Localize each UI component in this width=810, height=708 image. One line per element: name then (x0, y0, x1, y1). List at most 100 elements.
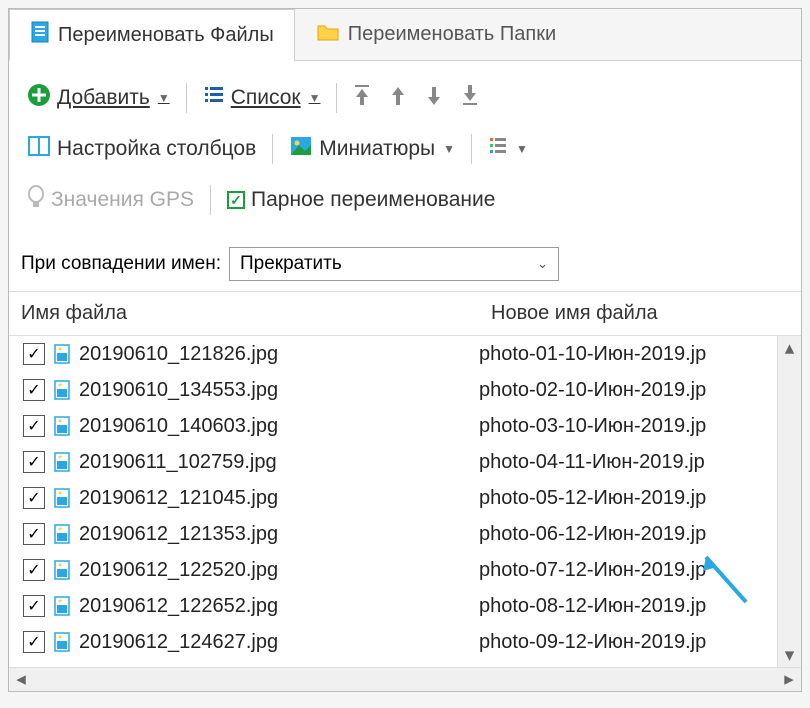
row-checkbox[interactable]: ✓ (23, 631, 45, 653)
checkbox-checked-icon: ✓ (227, 191, 245, 209)
table-row[interactable]: ✓ 20190610_121826.jpgphoto-01-10-Июн-2019… (9, 336, 801, 372)
separator (210, 185, 211, 215)
arrow-up-icon (389, 83, 407, 113)
add-button[interactable]: Добавить ▼ (21, 79, 176, 117)
row-checkbox[interactable]: ✓ (23, 343, 45, 365)
table-row[interactable]: ✓ 20190612_124627.jpgphoto-09-12-Июн-2019… (9, 624, 801, 660)
scroll-track[interactable] (778, 360, 801, 643)
separator (336, 83, 337, 113)
filename-cell: 20190610_121826.jpg (79, 343, 479, 366)
thumbnails-label: Миниатюры (319, 137, 435, 161)
filename-cell: 20190612_124627.jpg (79, 631, 479, 654)
toolbar: Добавить ▼ Список ▼ (9, 61, 801, 237)
table-row[interactable]: ✓ 20190610_140603.jpgphoto-03-10-Июн-2019… (9, 408, 801, 444)
row-checkbox[interactable]: ✓ (23, 523, 45, 545)
list-body: ✓ 20190610_121826.jpgphoto-01-10-Июн-2019… (9, 336, 801, 667)
separator (186, 83, 187, 113)
move-down-button[interactable] (419, 79, 449, 117)
chevron-down-icon: ▼ (158, 91, 170, 105)
image-file-icon (53, 343, 71, 365)
columns-label: Настройка столбцов (57, 137, 256, 161)
scroll-up-icon[interactable]: ▴ (778, 336, 801, 360)
image-file-icon (53, 415, 71, 437)
move-up-button[interactable] (383, 79, 413, 117)
row-checkbox[interactable]: ✓ (23, 487, 45, 509)
paired-label: Парное переименование (251, 188, 495, 212)
image-file-icon (53, 631, 71, 653)
chevron-down-icon: ▼ (309, 91, 321, 105)
add-label: Добавить (57, 86, 150, 110)
table-row[interactable]: ✓ 20190611_102759.jpgphoto-04-11-Июн-2019… (9, 444, 801, 480)
list-label: Список (231, 86, 301, 110)
sort-options-button[interactable]: ▼ (482, 131, 534, 167)
row-checkbox[interactable]: ✓ (23, 379, 45, 401)
newname-cell: photo-08-12-Июн-2019.jp (479, 595, 706, 618)
arrow-down-icon (425, 83, 443, 113)
row-checkbox[interactable]: ✓ (23, 559, 45, 581)
gps-label: Значения GPS (51, 188, 194, 212)
file-list: Имя файла Новое имя файла ✓ 20190610_1218… (9, 291, 801, 691)
list-icon (203, 84, 225, 112)
table-row[interactable]: ✓20190612_121353.jpgphoto-06-12-Июн-2019… (9, 516, 801, 552)
bulb-icon (27, 185, 45, 215)
row-checkbox[interactable]: ✓ (23, 415, 45, 437)
filename-cell: 20190612_121045.jpg (79, 487, 479, 510)
thumbnails-button[interactable]: Миниатюры ▼ (283, 131, 461, 167)
table-row[interactable]: ✓ 20190612_121045.jpgphoto-05-12-Июн-2019… (9, 480, 801, 516)
table-row[interactable]: ✓20190610_134553.jpgphoto-02-10-Июн-2019… (9, 372, 801, 408)
scroll-right-icon[interactable]: ▸ (777, 668, 801, 691)
vertical-scrollbar[interactable]: ▴ ▾ (777, 336, 801, 667)
main-window: Переименовать Файлы Переименовать Папки … (8, 8, 802, 692)
tab-files-label: Переименовать Файлы (58, 24, 274, 47)
paired-rename-toggle[interactable]: ✓ Парное переименование (221, 184, 501, 216)
collision-combo[interactable]: Прекратить ⌄ (229, 247, 559, 281)
list-button[interactable]: Список ▼ (197, 80, 327, 116)
row-checkbox[interactable]: ✓ (23, 451, 45, 473)
chevron-down-icon: ⌄ (537, 256, 548, 272)
filename-cell: 20190612_122652.jpg (79, 595, 479, 618)
newname-cell: photo-05-12-Июн-2019.jp (479, 487, 706, 510)
newname-cell: photo-04-11-Июн-2019.jp (479, 451, 705, 474)
image-file-icon (53, 523, 71, 545)
filename-cell: 20190610_134553.jpg (79, 379, 479, 402)
filename-cell: 20190610_140603.jpg (79, 415, 479, 438)
newname-cell: photo-07-12-Июн-2019.jp (479, 559, 706, 582)
table-row[interactable]: ✓20190612_122520.jpgphoto-07-12-Июн-2019… (9, 552, 801, 588)
image-file-icon (53, 379, 71, 401)
scroll-down-icon[interactable]: ▾ (778, 643, 801, 667)
header-newname[interactable]: Новое имя файла (479, 292, 801, 335)
arrow-top-icon (353, 83, 371, 113)
image-file-icon (53, 559, 71, 581)
header-filename[interactable]: Имя файла (9, 292, 479, 335)
chevron-down-icon: ▼ (443, 142, 455, 156)
tab-folders-label: Переименовать Папки (348, 23, 556, 46)
scroll-track[interactable] (33, 668, 777, 691)
file-icon (30, 20, 50, 50)
row-checkbox[interactable]: ✓ (23, 595, 45, 617)
horizontal-scrollbar[interactable]: ◂ ▸ (9, 667, 801, 691)
newname-cell: photo-03-10-Июн-2019.jp (479, 415, 706, 438)
columns-icon (27, 135, 51, 163)
chevron-down-icon: ▼ (516, 142, 528, 156)
move-top-button[interactable] (347, 79, 377, 117)
image-icon (289, 135, 313, 163)
filename-cell: 20190612_121353.jpg (79, 523, 479, 546)
gps-button: Значения GPS (21, 181, 200, 219)
collision-value: Прекратить (240, 253, 342, 275)
collision-row: При совпадении имен: Прекратить ⌄ (9, 237, 801, 291)
tabstrip: Переименовать Файлы Переименовать Папки (9, 9, 801, 61)
tab-rename-files[interactable]: Переименовать Файлы (9, 9, 295, 61)
image-file-icon (53, 487, 71, 509)
sort-icon (488, 135, 508, 163)
tab-rename-folders[interactable]: Переименовать Папки (295, 9, 577, 60)
table-row[interactable]: ✓ 20190612_122652.jpgphoto-08-12-Июн-2019… (9, 588, 801, 624)
collision-label: При совпадении имен: (21, 253, 221, 275)
columns-button[interactable]: Настройка столбцов (21, 131, 262, 167)
separator (471, 134, 472, 164)
filename-cell: 20190611_102759.jpg (79, 451, 479, 474)
newname-cell: photo-01-10-Июн-2019.jp (479, 343, 706, 366)
newname-cell: photo-09-12-Июн-2019.jp (479, 631, 706, 654)
move-bottom-button[interactable] (455, 79, 485, 117)
scroll-left-icon[interactable]: ◂ (9, 668, 33, 691)
image-file-icon (53, 595, 71, 617)
